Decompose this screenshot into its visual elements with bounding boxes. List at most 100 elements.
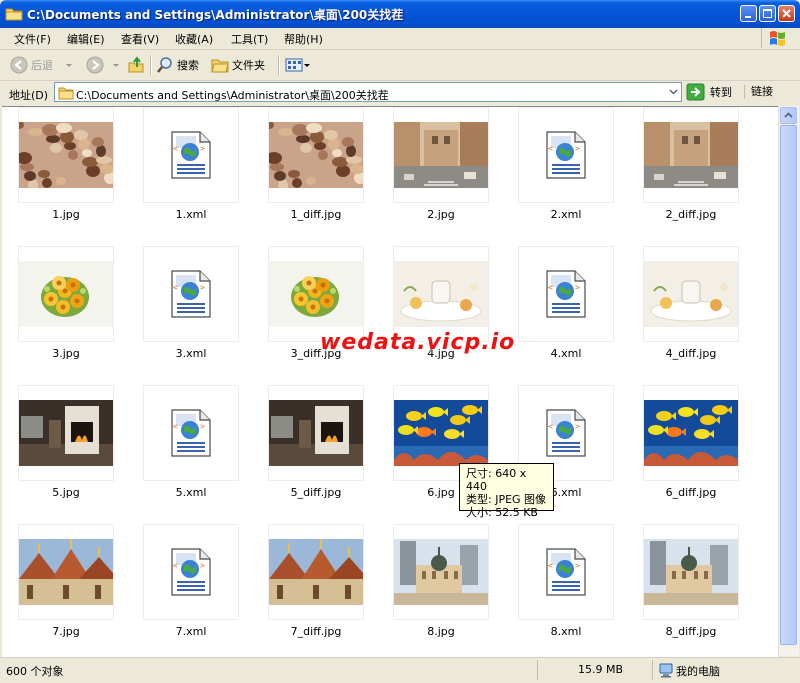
file-name[interactable]: 8_diff.jpg — [631, 625, 751, 638]
menu-edit[interactable]: 编辑(E) — [67, 31, 105, 47]
file-name[interactable]: 7.jpg — [6, 625, 126, 638]
file-item[interactable]: < > 4.xml — [502, 246, 622, 376]
image-thumbnail[interactable] — [18, 385, 114, 481]
links-button[interactable]: 链接 — [744, 85, 773, 99]
xml-file-icon[interactable]: < > — [143, 385, 239, 481]
image-thumbnail[interactable] — [18, 246, 114, 342]
image-thumbnail[interactable] — [393, 107, 489, 203]
file-name[interactable]: 4_diff.jpg — [631, 347, 751, 360]
menu-view[interactable]: 查看(V) — [121, 31, 159, 47]
image-thumbnail[interactable] — [393, 246, 489, 342]
file-name[interactable]: 7_diff.jpg — [256, 625, 376, 638]
back-arrow-icon — [10, 56, 28, 74]
file-item[interactable]: 5_diff.jpg — [252, 385, 372, 515]
xml-file-icon[interactable]: < > — [518, 524, 614, 620]
image-thumbnail[interactable] — [18, 107, 114, 203]
file-item[interactable]: 3.jpg — [2, 246, 122, 376]
menu-help[interactable]: 帮助(H) — [284, 31, 323, 47]
file-item[interactable]: 5.jpg — [2, 385, 122, 515]
image-thumbnail[interactable] — [268, 246, 364, 342]
file-name[interactable]: 3.xml — [131, 347, 251, 360]
chevron-up-icon — [784, 112, 793, 118]
menu-file[interactable]: 文件(F) — [14, 31, 51, 47]
go-label: 转到 — [710, 86, 732, 99]
file-name[interactable]: 2.xml — [506, 208, 626, 221]
file-item[interactable]: < > 1.xml — [127, 107, 247, 237]
status-object-count: 600 个对象 — [6, 665, 64, 678]
xml-file-icon[interactable]: < > — [518, 246, 614, 342]
folders-button[interactable]: 文件夹 — [211, 55, 265, 75]
image-thumbnail[interactable] — [18, 524, 114, 620]
file-item[interactable]: 3_diff.jpg — [252, 246, 372, 376]
file-item[interactable]: < > 7.xml — [127, 524, 247, 654]
file-name[interactable]: 5_diff.jpg — [256, 486, 376, 499]
close-button[interactable] — [778, 5, 795, 22]
file-view[interactable]: 1.jpg < > 1.xml 1_diff.jpg 2.jpg < > 2.xm… — [2, 106, 778, 657]
image-thumbnail[interactable] — [393, 524, 489, 620]
file-item[interactable]: < > 5.xml — [127, 385, 247, 515]
maximize-button[interactable] — [759, 5, 776, 22]
file-name[interactable]: 1.xml — [131, 208, 251, 221]
file-item[interactable]: 4_diff.jpg — [627, 246, 747, 376]
minimize-button[interactable] — [740, 5, 757, 22]
file-item[interactable]: 8_diff.jpg — [627, 524, 747, 654]
file-item[interactable]: 6_diff.jpg — [627, 385, 747, 515]
image-thumbnail[interactable] — [643, 524, 739, 620]
file-item[interactable]: 7_diff.jpg — [252, 524, 372, 654]
my-computer-icon — [659, 663, 673, 678]
image-thumbnail[interactable] — [268, 385, 364, 481]
image-thumbnail[interactable] — [643, 107, 739, 203]
scroll-thumb[interactable] — [780, 125, 797, 645]
image-thumbnail[interactable] — [268, 107, 364, 203]
file-item[interactable]: 4.jpg — [377, 246, 497, 376]
back-button[interactable]: 后退 — [10, 55, 75, 75]
svg-text:<: < — [548, 283, 553, 292]
file-name[interactable]: 5.jpg — [6, 486, 126, 499]
file-name[interactable]: 2.jpg — [381, 208, 501, 221]
address-field[interactable]: C:\Documents and Settings\Administrator\… — [54, 82, 682, 102]
address-dropdown-button[interactable] — [666, 83, 681, 101]
xml-file-icon[interactable]: < > — [518, 107, 614, 203]
views-button[interactable] — [285, 55, 311, 75]
toolbar-divider — [150, 55, 152, 75]
file-item[interactable]: 1_diff.jpg — [252, 107, 372, 237]
file-item[interactable]: < > 2.xml — [502, 107, 622, 237]
xml-file-icon[interactable]: < > — [143, 107, 239, 203]
search-button[interactable]: 搜索 — [156, 55, 199, 75]
file-name[interactable]: 7.xml — [131, 625, 251, 638]
title-bar[interactable]: C:\Documents and Settings\Administrator\… — [0, 0, 800, 28]
scroll-up-button[interactable] — [780, 107, 797, 124]
svg-text:>: > — [200, 144, 205, 153]
file-item[interactable]: 1.jpg — [2, 107, 122, 237]
file-item[interactable]: 2.jpg — [377, 107, 497, 237]
file-name[interactable]: 5.xml — [131, 486, 251, 499]
status-bar: 600 个对象 15.9 MB 我的电脑 — [0, 657, 800, 683]
file-item[interactable]: 7.jpg — [2, 524, 122, 654]
xml-file-icon[interactable]: < > — [143, 524, 239, 620]
file-name[interactable]: 1.jpg — [6, 208, 126, 221]
file-name[interactable]: 1_diff.jpg — [256, 208, 376, 221]
svg-text:>: > — [575, 561, 580, 570]
svg-text:<: < — [173, 144, 178, 153]
file-name[interactable]: 4.xml — [506, 347, 626, 360]
file-item[interactable]: < > 8.xml — [502, 524, 622, 654]
menu-favorites[interactable]: 收藏(A) — [175, 31, 213, 47]
forward-button[interactable] — [86, 55, 122, 75]
image-thumbnail[interactable] — [643, 385, 739, 481]
xml-file-icon[interactable]: < > — [143, 246, 239, 342]
file-item[interactable]: 2_diff.jpg — [627, 107, 747, 237]
go-button[interactable]: 转到 — [686, 82, 732, 102]
file-item[interactable]: < > 3.xml — [127, 246, 247, 376]
file-name[interactable]: 3.jpg — [6, 347, 126, 360]
up-folder-button[interactable] — [127, 55, 145, 75]
image-thumbnail[interactable] — [643, 246, 739, 342]
image-thumbnail[interactable] — [268, 524, 364, 620]
vertical-scrollbar[interactable] — [778, 106, 799, 656]
file-name[interactable]: 8.xml — [506, 625, 626, 638]
file-name[interactable]: 6_diff.jpg — [631, 486, 751, 499]
menu-bar: 文件(F) 编辑(E) 查看(V) 收藏(A) 工具(T) 帮助(H) — [0, 28, 800, 50]
file-name[interactable]: 8.jpg — [381, 625, 501, 638]
file-item[interactable]: 8.jpg — [377, 524, 497, 654]
file-name[interactable]: 2_diff.jpg — [631, 208, 751, 221]
menu-tools[interactable]: 工具(T) — [231, 31, 268, 47]
